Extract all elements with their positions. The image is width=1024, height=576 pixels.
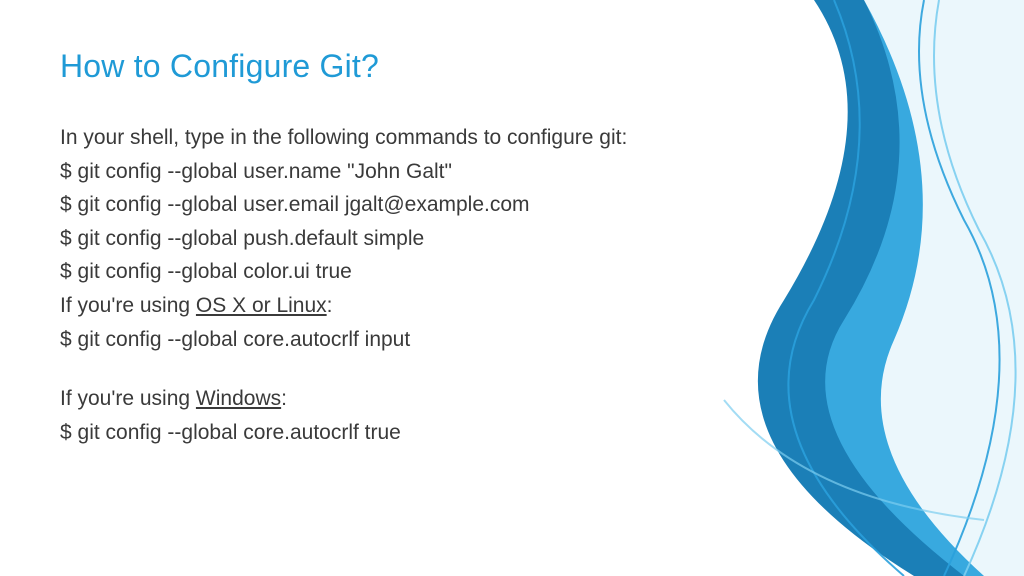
command-line: $ git config --global color.ui true	[60, 255, 700, 289]
spacer	[60, 356, 700, 382]
text-fragment: If you're using	[60, 387, 196, 410]
slide-title: How to Configure Git?	[60, 48, 700, 85]
command-line: $ git config --global user.name "John Ga…	[60, 155, 700, 189]
text-fragment: If you're using	[60, 294, 196, 317]
command-line: $ git config --global user.email jgalt@e…	[60, 188, 700, 222]
underlined-text: Windows	[196, 387, 281, 410]
slide-content: How to Configure Git? In your shell, typ…	[0, 0, 760, 489]
windows-note: If you're using Windows:	[60, 382, 700, 416]
command-line: $ git config --global core.autocrlf true	[60, 416, 700, 450]
slide-body: In your shell, type in the following com…	[60, 121, 700, 449]
intro-text: In your shell, type in the following com…	[60, 121, 700, 155]
text-fragment: :	[327, 294, 333, 317]
text-fragment: :	[281, 387, 287, 410]
underlined-text: OS X or Linux	[196, 294, 327, 317]
osx-linux-note: If you're using OS X or Linux:	[60, 289, 700, 323]
command-line: $ git config --global push.default simpl…	[60, 222, 700, 256]
command-line: $ git config --global core.autocrlf inpu…	[60, 323, 700, 357]
